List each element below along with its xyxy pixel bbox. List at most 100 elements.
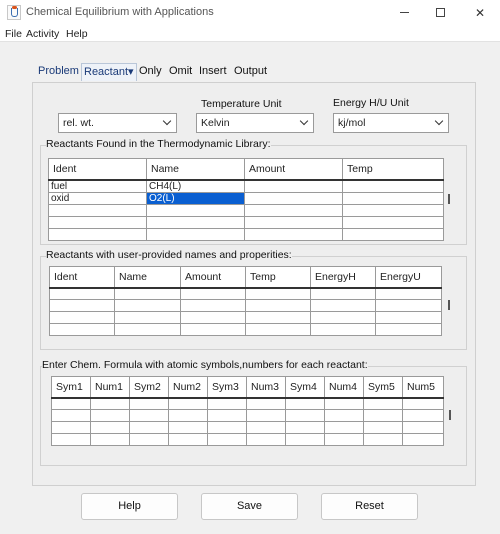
column-header-sym1[interactable]: Sym1 (51, 376, 91, 399)
menu-activity[interactable]: Activity (26, 28, 59, 40)
tab-output[interactable]: Output (232, 63, 269, 81)
table-cell[interactable] (114, 287, 181, 300)
table-cell[interactable]: CH4(L) (146, 179, 245, 193)
table-cell[interactable] (207, 397, 247, 410)
table-cell[interactable] (90, 421, 130, 434)
table-cell[interactable] (285, 421, 325, 434)
table-cell[interactable] (207, 409, 247, 422)
column-header-name[interactable]: Name (114, 266, 181, 289)
table-cell[interactable] (168, 433, 208, 446)
table-cell[interactable] (245, 287, 311, 300)
table-cell[interactable] (244, 227, 343, 241)
table-cell[interactable] (285, 409, 325, 422)
table-cell[interactable] (245, 311, 311, 324)
minimize-button[interactable] (386, 0, 426, 26)
table-cell[interactable]: fuel (48, 179, 147, 193)
tab-insert[interactable]: Insert (197, 63, 229, 81)
table-cell[interactable] (342, 227, 444, 241)
table-cell[interactable] (375, 311, 442, 324)
energy-unit-select[interactable]: kj/mol (333, 113, 449, 133)
column-header-sym5[interactable]: Sym5 (363, 376, 403, 399)
table-cell[interactable] (363, 409, 403, 422)
table-cell[interactable] (324, 397, 364, 410)
column-header-ident[interactable]: Ident (49, 266, 115, 289)
table-cell[interactable] (375, 299, 442, 312)
table-cell[interactable] (168, 397, 208, 410)
column-header-amount[interactable]: Amount (180, 266, 246, 289)
table-cell[interactable] (114, 323, 181, 336)
table-cell[interactable] (402, 421, 444, 434)
table-cell[interactable]: oxid (48, 191, 147, 205)
column-header-num2[interactable]: Num2 (168, 376, 208, 399)
table-cell[interactable] (180, 311, 246, 324)
table-cell[interactable] (207, 421, 247, 434)
table-cell[interactable] (363, 421, 403, 434)
table-cell[interactable] (363, 397, 403, 410)
table-cell[interactable] (324, 433, 364, 446)
table-cell[interactable] (285, 433, 325, 446)
table-cell[interactable] (246, 397, 286, 410)
table-cell[interactable] (129, 433, 169, 446)
help-button[interactable]: Help (81, 493, 178, 520)
table-cell[interactable] (146, 227, 245, 241)
table-cell[interactable] (146, 203, 245, 217)
maximize-button[interactable] (422, 0, 462, 26)
column-header-sym4[interactable]: Sym4 (285, 376, 325, 399)
table-cell[interactable] (363, 433, 403, 446)
close-button[interactable]: ✕ (460, 0, 500, 26)
table-cell[interactable] (207, 433, 247, 446)
tab-omit[interactable]: Omit (167, 63, 194, 81)
table-cell[interactable] (51, 433, 91, 446)
table-cell[interactable] (245, 299, 311, 312)
table-cell[interactable] (246, 409, 286, 422)
column-header-sym2[interactable]: Sym2 (129, 376, 169, 399)
temperature-unit-select[interactable]: Kelvin (196, 113, 314, 133)
table-cell[interactable] (180, 299, 246, 312)
column-header-name[interactable]: Name (146, 158, 245, 181)
tab-reactant[interactable]: Reactant▾ (81, 63, 137, 81)
table-cell[interactable] (114, 299, 181, 312)
table-cell[interactable] (49, 299, 115, 312)
table-cell[interactable] (244, 179, 343, 193)
column-header-energyh[interactable]: EnergyH (310, 266, 376, 289)
table-cell[interactable] (49, 311, 115, 324)
tab-problem[interactable]: Problem (36, 63, 81, 81)
table-cell[interactable] (48, 227, 147, 241)
tab-only[interactable]: Only (137, 63, 164, 81)
column-header-num5[interactable]: Num5 (402, 376, 444, 399)
table-cell[interactable] (129, 397, 169, 410)
menu-help[interactable]: Help (66, 28, 88, 40)
library-table-scrollbar[interactable] (448, 194, 450, 204)
table-cell[interactable] (244, 203, 343, 217)
table-cell[interactable] (402, 397, 444, 410)
column-header-temp[interactable]: Temp (245, 266, 311, 289)
table-cell[interactable] (168, 409, 208, 422)
column-header-ident[interactable]: Ident (48, 158, 147, 181)
table-cell[interactable] (285, 397, 325, 410)
table-cell[interactable] (168, 421, 208, 434)
column-header-num1[interactable]: Num1 (90, 376, 130, 399)
table-cell[interactable] (114, 311, 181, 324)
table-cell[interactable] (48, 203, 147, 217)
reset-button[interactable]: Reset (321, 493, 418, 520)
table-cell[interactable] (324, 409, 364, 422)
table-cell[interactable] (246, 421, 286, 434)
column-header-num3[interactable]: Num3 (246, 376, 286, 399)
column-header-sym3[interactable]: Sym3 (207, 376, 247, 399)
table-cell[interactable] (51, 409, 91, 422)
table-cell[interactable] (49, 323, 115, 336)
column-header-num4[interactable]: Num4 (324, 376, 364, 399)
table-cell[interactable] (310, 323, 376, 336)
user-table-scrollbar[interactable] (448, 300, 450, 310)
table-cell[interactable] (375, 323, 442, 336)
table-cell[interactable] (375, 287, 442, 300)
formula-table-scrollbar[interactable] (449, 410, 451, 420)
column-header-amount[interactable]: Amount (244, 158, 343, 181)
table-cell[interactable] (244, 191, 343, 205)
table-cell[interactable] (129, 409, 169, 422)
table-cell[interactable] (49, 287, 115, 300)
composition-select[interactable]: rel. wt. (58, 113, 177, 133)
table-cell[interactable] (310, 287, 376, 300)
table-cell[interactable] (342, 203, 444, 217)
save-button[interactable]: Save (201, 493, 298, 520)
